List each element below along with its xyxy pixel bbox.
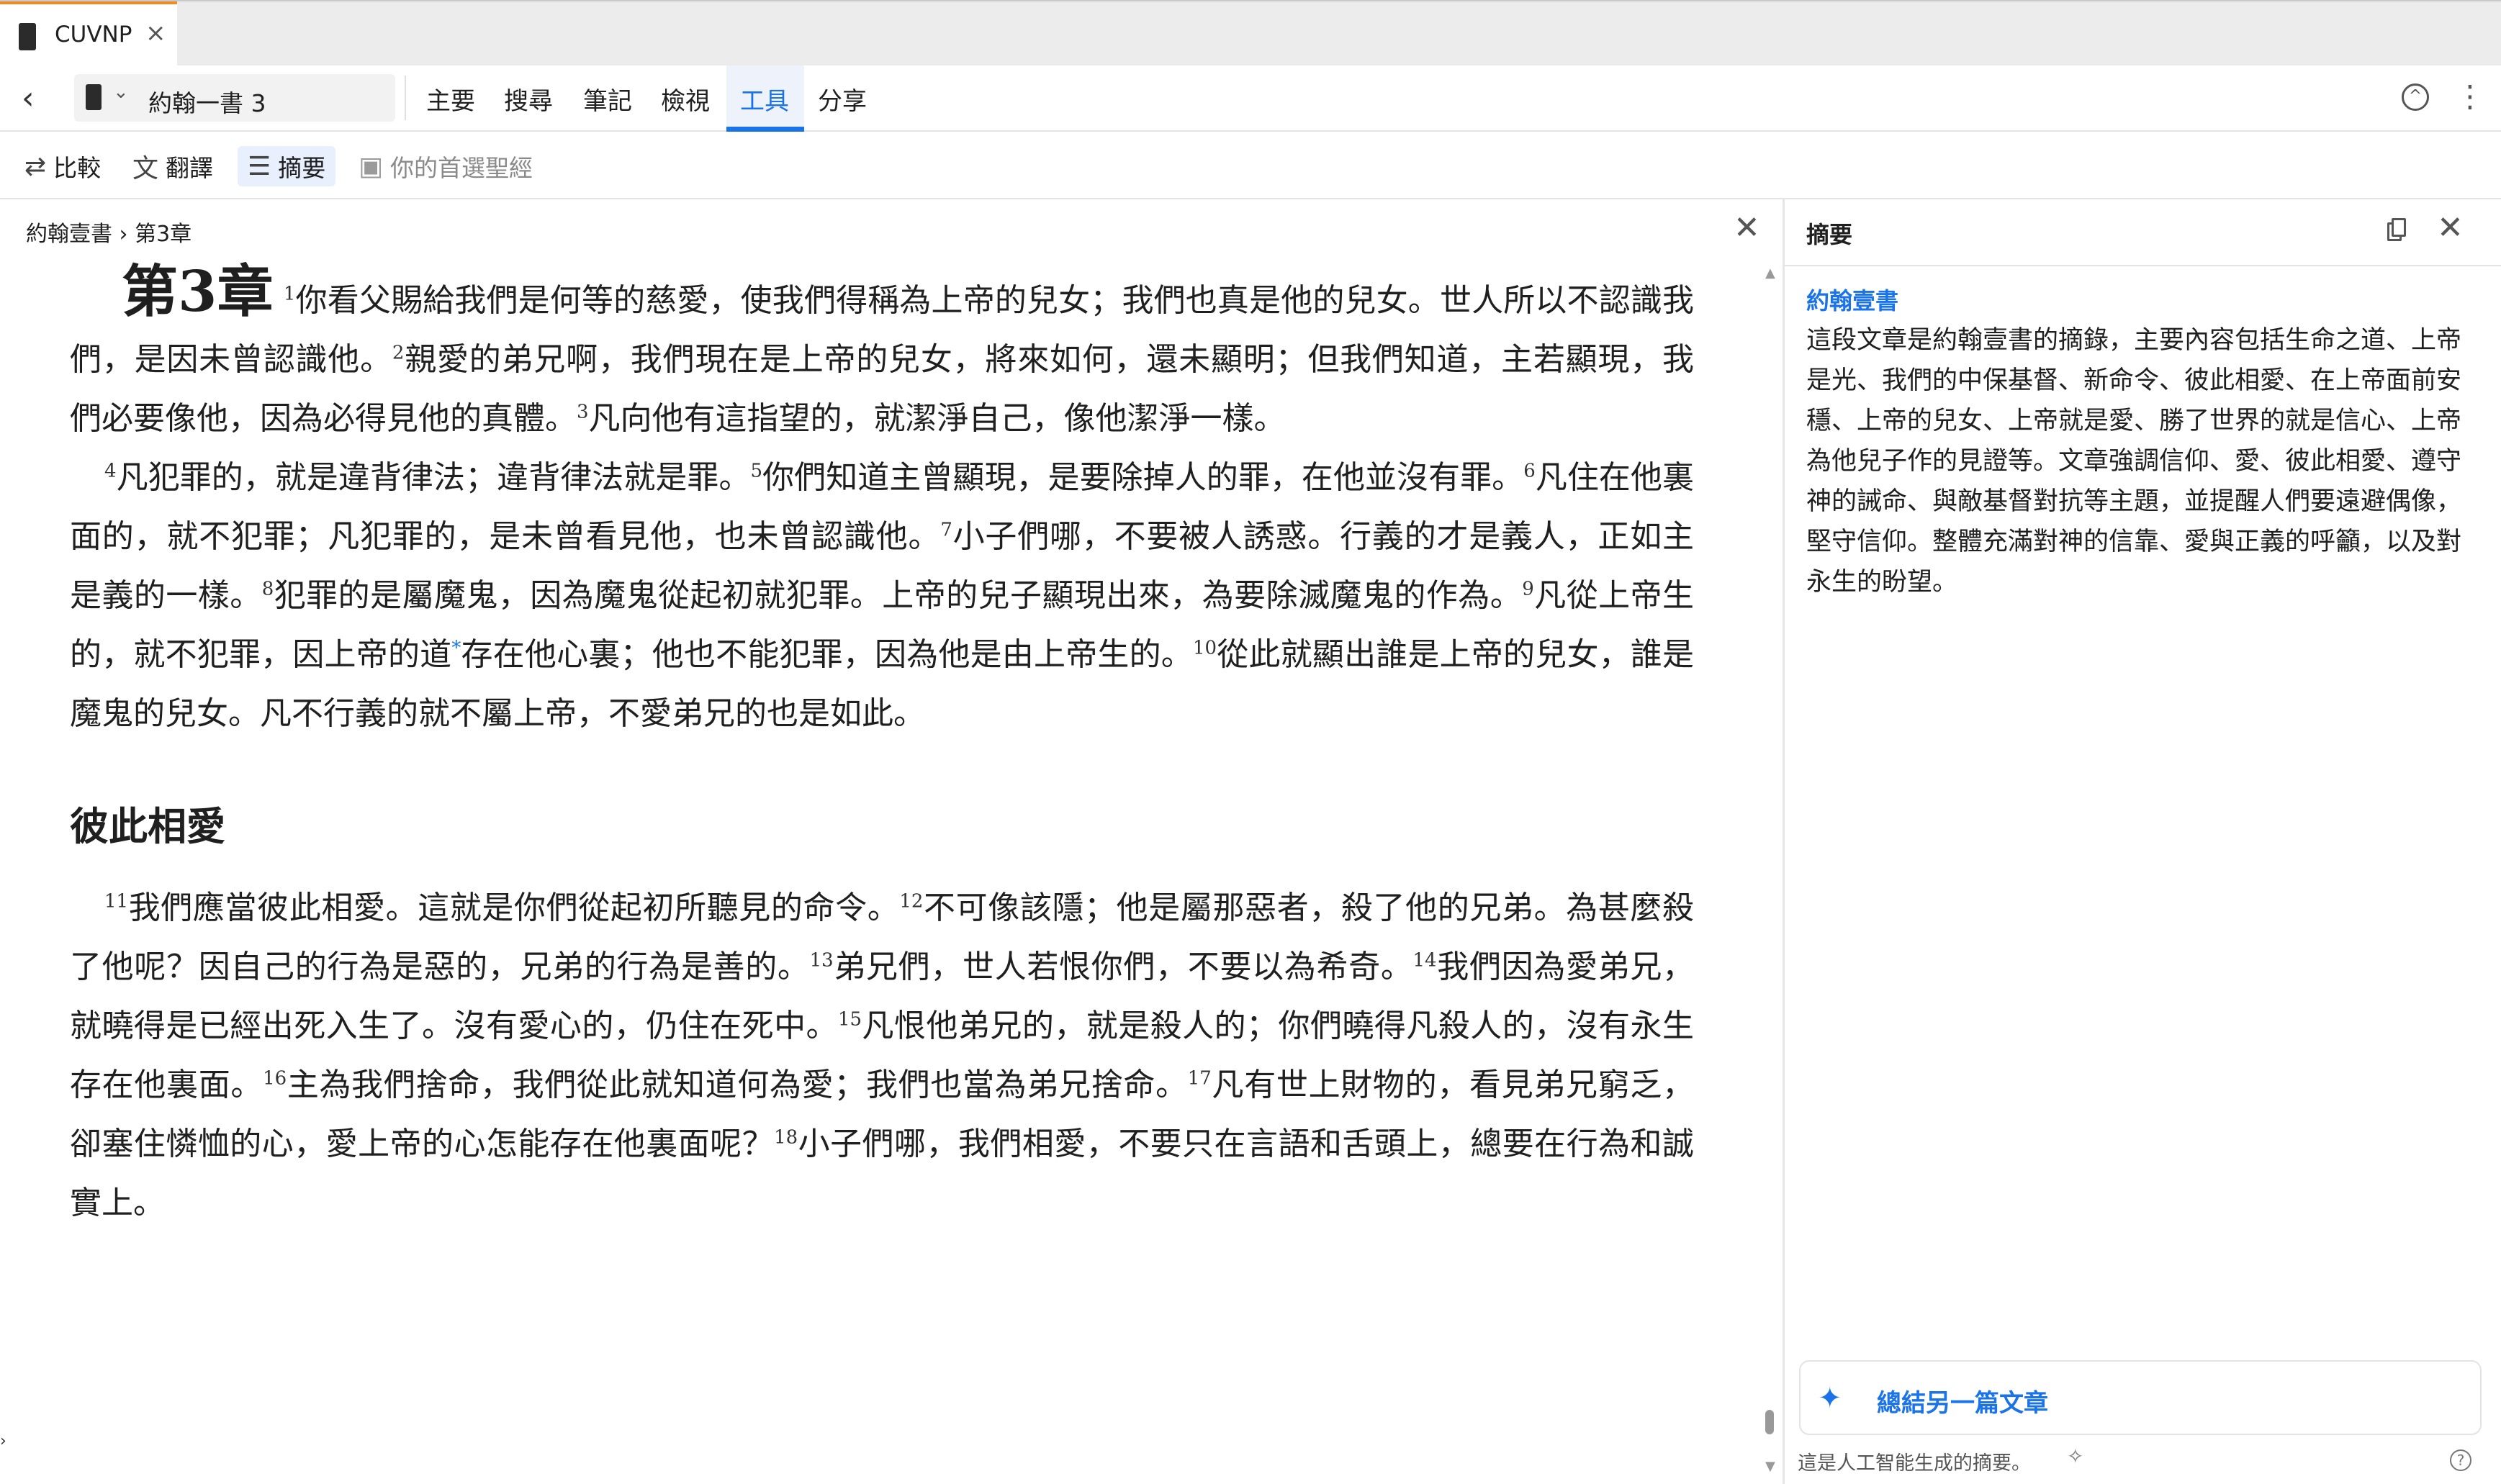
bible-upload-icon: ▣ <box>359 151 384 181</box>
menu-search[interactable]: 搜尋 <box>504 81 553 117</box>
summary-button[interactable]: ☰ 摘要 <box>238 146 336 186</box>
sparkle-icon: ✦ <box>1818 1382 1842 1415</box>
verse-number: 12 <box>899 890 924 913</box>
verse-number: 5 <box>750 460 763 482</box>
help-icon[interactable]: ? <box>2450 1449 2471 1471</box>
chapter-label: 第3章 <box>122 259 274 325</box>
summary-list-icon: ☰ <box>248 151 271 181</box>
translate-button[interactable]: 文 翻譯 <box>132 146 213 186</box>
compare-button[interactable]: ⇄ 比較 <box>24 146 101 186</box>
verse-number: 2 <box>392 342 405 364</box>
collapse-up-icon[interactable]: ^ <box>2402 83 2429 111</box>
scroll-down-arrow[interactable]: ▼ <box>1765 1459 1775 1474</box>
footnote-marker[interactable]: * <box>451 637 461 659</box>
paragraph-2: 4凡犯罪的，就是違背律法；違背律法就是罪。5你們知道主曾顯現，是要除掉人的罪，在… <box>70 448 1694 743</box>
verse-number: 1 <box>283 283 296 305</box>
summarize-another-label: 總結另一篇文章 <box>1877 1389 2048 1418</box>
verse-number: 15 <box>838 1008 862 1031</box>
menu-view[interactable]: 檢視 <box>661 81 710 117</box>
reference-selector[interactable]: ⌄ 約翰一書 3 <box>74 74 395 122</box>
swap-arrows-icon: ⇄ <box>24 151 47 181</box>
menu-tools[interactable]: 工具 <box>740 81 789 117</box>
tab-close-icon[interactable]: × <box>145 19 166 47</box>
book-icon <box>19 23 36 50</box>
scrollbar-thumb[interactable] <box>1765 1410 1774 1434</box>
translate-icon: 文 <box>132 154 159 184</box>
close-icon[interactable]: ✕ <box>1734 209 1760 246</box>
verse-text[interactable]: 弟兄們，世人若恨你們，不要以為希奇。 <box>834 949 1413 985</box>
verse-number: 4 <box>104 460 117 482</box>
verse-text[interactable]: 我們應當彼此相愛。這就是你們從起初所聽見的命令。 <box>128 890 899 926</box>
verse-number: 8 <box>261 578 274 600</box>
chevron-right-icon[interactable]: › <box>0 1432 6 1450</box>
tab-title: CUVNP <box>55 22 132 47</box>
reader-pane: 約翰壹書 › 第3章 ✕ 第3章 1你看父賜給我們是何等的慈愛，使我們得稱為上帝… <box>0 199 1783 1484</box>
verse-text[interactable]: 主為我們捨命，我們從此就知道何為愛；我們也當為弟兄捨命。 <box>287 1067 1188 1103</box>
summary-pane: 摘要 ✕ 約翰壹書 這段文章是約翰壹書的摘錄，主要內容包括生命之道、上帝是光、我… <box>1785 199 2501 1484</box>
summary-book-title: 約翰壹書 <box>1806 287 1899 315</box>
menu-main[interactable]: 主要 <box>426 81 475 117</box>
tools-subtoolbar: ⇄ 比較 文 翻譯 ☰ 摘要 ▣ 你的首選聖經 <box>0 132 2501 199</box>
copy-icon[interactable] <box>2387 218 2406 241</box>
verse-text[interactable]: 犯罪的是屬魔鬼，因為魔鬼從起初就犯罪。上帝的兒子顯現出來，為要除滅魔鬼的作為。 <box>274 577 1522 614</box>
summary-header: 摘要 ✕ <box>1785 199 2501 266</box>
toolbar-divider <box>405 76 406 120</box>
summarize-another-button[interactable]: ✦ 總結另一篇文章 <box>1799 1360 2482 1435</box>
chevron-down-icon[interactable]: ⌄ <box>113 81 129 103</box>
chapter-text: 第3章 1你看父賜給我們是何等的慈愛，使我們得稱為上帝的兒女；我們也真是他的兒女… <box>70 263 1694 1233</box>
verse-number: 10 <box>1193 637 1217 659</box>
verse-number: 13 <box>809 949 834 972</box>
scroll-up-arrow[interactable]: ▲ <box>1765 266 1775 281</box>
reference-text: 約翰一書 3 <box>148 89 266 117</box>
verse-number: 16 <box>263 1067 287 1090</box>
verse-text[interactable]: 存在他心裏；他也不能犯罪，因為他是由上帝生的。 <box>461 636 1193 673</box>
book-icon <box>86 84 102 110</box>
summary-title: 摘要 <box>1806 221 1853 248</box>
menu-share[interactable]: 分享 <box>818 81 867 117</box>
tab-cuvnp[interactable]: CUVNP × <box>0 1 177 67</box>
more-options-icon[interactable]: ⋮ <box>2455 78 2485 114</box>
verse-number: 14 <box>1412 949 1437 972</box>
verse-number: 9 <box>1522 578 1534 600</box>
verse-number: 18 <box>774 1126 798 1149</box>
tab-strip: CUVNP × <box>0 0 2501 67</box>
summary-text: 這段文章是約翰壹書的摘錄，主要內容包括生命之道、上帝是光、我們的中保基督、新命令… <box>1806 326 2462 597</box>
ai-disclaimer: 這是人工智能生成的摘要。 <box>1798 1452 2031 1475</box>
verse-text[interactable]: 凡犯罪的，就是違背律法；違背律法就是罪。 <box>117 459 751 496</box>
sparkle-icon: ✧ <box>2067 1444 2084 1468</box>
back-icon[interactable]: ‹ <box>22 80 35 117</box>
active-menu-indicator <box>726 127 804 132</box>
verse-number: 17 <box>1187 1067 1212 1090</box>
verse-number: 6 <box>1523 460 1536 482</box>
menu-notes[interactable]: 筆記 <box>583 81 632 117</box>
paragraph-3: 11我們應當彼此相愛。這就是你們從起初所聽見的命令。12不可像該隱；他是屬那惡者… <box>70 879 1694 1233</box>
preferred-bible-label: 你的首選聖經 <box>390 154 533 182</box>
main-toolbar: ‹ ⌄ 約翰一書 3 主要 搜尋 筆記 檢視 工具 分享 ^ ⋮ <box>0 65 2501 132</box>
preferred-bible-button[interactable]: ▣ 你的首選聖經 <box>359 146 533 186</box>
section-heading: 彼此相愛 <box>70 804 225 849</box>
translate-label: 翻譯 <box>166 154 214 182</box>
summary-label: 摘要 <box>278 154 326 182</box>
paragraph-1: 第3章 1你看父賜給我們是何等的慈愛，使我們得稱為上帝的兒女；我們也真是他的兒女… <box>70 263 1694 448</box>
verse-number: 3 <box>577 401 589 423</box>
verse-text[interactable]: 你們知道主曾顯現，是要除掉人的罪，在他並沒有罪。 <box>762 459 1523 496</box>
breadcrumb[interactable]: 約翰壹書 › 第3章 <box>26 216 191 248</box>
verse-number: 7 <box>940 519 952 541</box>
close-icon[interactable]: ✕ <box>2437 209 2464 246</box>
compare-label: 比較 <box>53 154 102 182</box>
verse-number: 11 <box>104 890 129 913</box>
verse-text[interactable]: 凡向他有這指望的，就潔淨自己，像他潔淨一樣。 <box>589 400 1286 437</box>
